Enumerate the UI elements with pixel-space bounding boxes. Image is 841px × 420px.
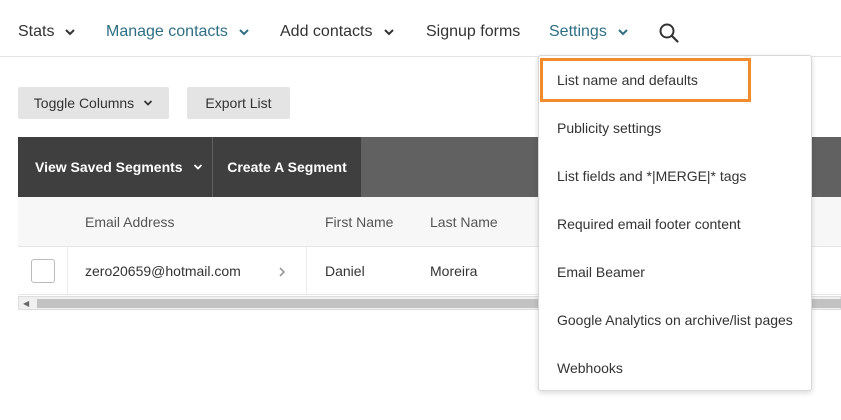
settings-dropdown-menu: List name and defaults Publicity setting… [538, 55, 812, 391]
scroll-left-icon[interactable]: ◀ [23, 299, 29, 308]
nav-manage-contacts-label: Manage contacts [106, 23, 228, 40]
menu-item-publicity-settings[interactable]: Publicity settings [557, 120, 661, 136]
export-list-label: Export List [205, 95, 272, 111]
nav-signup-forms-label: Signup forms [426, 23, 521, 40]
chevron-down-icon [239, 29, 249, 36]
view-saved-segments-button[interactable]: View Saved Segments [18, 137, 212, 197]
chevron-right-icon[interactable] [276, 265, 288, 279]
chevron-down-icon [383, 29, 394, 36]
column-header-last-name[interactable]: Last Name [430, 214, 498, 230]
nav-signup-forms[interactable]: Signup forms [426, 22, 520, 42]
menu-item-email-beamer[interactable]: Email Beamer [557, 264, 645, 280]
chevron-down-icon [144, 100, 153, 106]
nav-add-contacts[interactable]: Add contacts [280, 22, 395, 42]
chevron-down-icon [618, 29, 628, 36]
view-saved-segments-label: View Saved Segments [35, 159, 183, 175]
chevron-down-icon [65, 29, 76, 36]
cell-last-name: Moreira [430, 263, 478, 279]
nav-stats[interactable]: Stats [18, 22, 76, 42]
menu-item-google-analytics[interactable]: Google Analytics on archive/list pages [557, 312, 793, 328]
create-segment-button[interactable]: Create A Segment [213, 137, 361, 197]
toggle-columns-button[interactable]: Toggle Columns [18, 87, 169, 119]
row-checkbox[interactable] [31, 259, 55, 283]
menu-item-highlight [540, 58, 751, 102]
menu-item-list-fields-merge-tags[interactable]: List fields and *|MERGE|* tags [557, 168, 746, 184]
nav-stats-label: Stats [18, 23, 55, 40]
cell-first-name: Daniel [325, 263, 365, 279]
nav-add-contacts-label: Add contacts [280, 23, 373, 40]
toggle-columns-label: Toggle Columns [33, 95, 135, 111]
menu-item-required-footer[interactable]: Required email footer content [557, 216, 741, 232]
nav-manage-contacts[interactable]: Manage contacts [106, 22, 250, 42]
top-navigation: Stats Manage contacts Add contacts Signu… [0, 0, 841, 57]
cell-email: zero20659@hotmail.com [85, 263, 241, 279]
menu-item-webhooks[interactable]: Webhooks [557, 360, 623, 376]
export-list-button[interactable]: Export List [187, 87, 290, 119]
nav-settings[interactable]: Settings [549, 22, 629, 42]
column-header-email[interactable]: Email Address [85, 214, 174, 230]
search-icon[interactable] [658, 22, 680, 44]
nav-settings-label: Settings [549, 23, 607, 40]
column-divider [306, 247, 307, 295]
create-segment-label: Create A Segment [227, 159, 347, 175]
column-divider [67, 247, 68, 295]
column-header-first-name[interactable]: First Name [325, 214, 393, 230]
chevron-down-icon [193, 164, 202, 170]
